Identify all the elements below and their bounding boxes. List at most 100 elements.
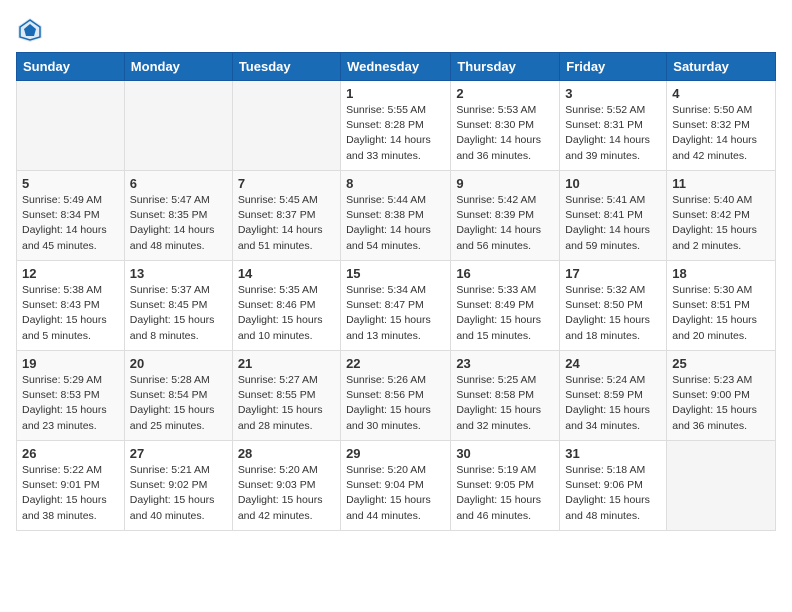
calendar-cell: 16 Sunrise: 5:33 AM Sunset: 8:49 PM Dayli… <box>451 261 560 351</box>
day-number: 15 <box>346 266 445 281</box>
day-info: Sunrise: 5:29 AM Sunset: 8:53 PM Dayligh… <box>22 373 119 434</box>
calendar-cell <box>667 441 776 531</box>
calendar-cell: 5 Sunrise: 5:49 AM Sunset: 8:34 PM Daylig… <box>17 171 125 261</box>
day-info: Sunrise: 5:45 AM Sunset: 8:37 PM Dayligh… <box>238 193 335 254</box>
day-number: 2 <box>456 86 554 101</box>
calendar-cell <box>232 81 340 171</box>
day-info: Sunrise: 5:26 AM Sunset: 8:56 PM Dayligh… <box>346 373 445 434</box>
day-info: Sunrise: 5:33 AM Sunset: 8:49 PM Dayligh… <box>456 283 554 344</box>
calendar-cell: 26Sunrise: 5:22 AM Sunset: 9:01 PM Dayli… <box>17 441 125 531</box>
calendar-cell: 3 Sunrise: 5:52 AM Sunset: 8:31 PM Daylig… <box>560 81 667 171</box>
day-info: Sunrise: 5:55 AM Sunset: 8:28 PM Dayligh… <box>346 103 445 164</box>
calendar-cell: 6 Sunrise: 5:47 AM Sunset: 8:35 PM Daylig… <box>124 171 232 261</box>
day-number: 13 <box>130 266 227 281</box>
day-number: 17 <box>565 266 661 281</box>
day-info: Sunrise: 5:49 AM Sunset: 8:34 PM Dayligh… <box>22 193 119 254</box>
day-number: 24 <box>565 356 661 371</box>
calendar-week-1: 1 Sunrise: 5:55 AM Sunset: 8:28 PM Daylig… <box>17 81 776 171</box>
weekday-header-thursday: Thursday <box>451 53 560 81</box>
calendar-cell: 27Sunrise: 5:21 AM Sunset: 9:02 PM Dayli… <box>124 441 232 531</box>
calendar-cell: 25 Sunrise: 5:23 AM Sunset: 9:00 PM Dayli… <box>667 351 776 441</box>
page-header <box>16 16 776 44</box>
day-number: 22 <box>346 356 445 371</box>
day-info: Sunrise: 5:50 AM Sunset: 8:32 PM Dayligh… <box>672 103 770 164</box>
calendar-week-4: 19 Sunrise: 5:29 AM Sunset: 8:53 PM Dayli… <box>17 351 776 441</box>
day-info: Sunrise: 5:47 AM Sunset: 8:35 PM Dayligh… <box>130 193 227 254</box>
day-info: Sunrise: 5:38 AM Sunset: 8:43 PM Dayligh… <box>22 283 119 344</box>
day-number: 30 <box>456 446 554 461</box>
day-info: Sunrise: 5:42 AM Sunset: 8:39 PM Dayligh… <box>456 193 554 254</box>
day-info: Sunrise: 5:20 AM Sunset: 9:03 PM Dayligh… <box>238 463 335 524</box>
day-info: Sunrise: 5:40 AM Sunset: 8:42 PM Dayligh… <box>672 193 770 254</box>
calendar-cell: 18 Sunrise: 5:30 AM Sunset: 8:51 PM Dayli… <box>667 261 776 351</box>
day-info: Sunrise: 5:20 AM Sunset: 9:04 PM Dayligh… <box>346 463 445 524</box>
day-number: 31 <box>565 446 661 461</box>
weekday-header-friday: Friday <box>560 53 667 81</box>
calendar-cell: 20 Sunrise: 5:28 AM Sunset: 8:54 PM Dayli… <box>124 351 232 441</box>
calendar-cell: 1 Sunrise: 5:55 AM Sunset: 8:28 PM Daylig… <box>341 81 451 171</box>
calendar-cell: 24 Sunrise: 5:24 AM Sunset: 8:59 PM Dayli… <box>560 351 667 441</box>
day-number: 5 <box>22 176 119 191</box>
day-info: Sunrise: 5:32 AM Sunset: 8:50 PM Dayligh… <box>565 283 661 344</box>
day-info: Sunrise: 5:53 AM Sunset: 8:30 PM Dayligh… <box>456 103 554 164</box>
calendar-cell: 22 Sunrise: 5:26 AM Sunset: 8:56 PM Dayli… <box>341 351 451 441</box>
day-number: 20 <box>130 356 227 371</box>
day-info: Sunrise: 5:37 AM Sunset: 8:45 PM Dayligh… <box>130 283 227 344</box>
calendar-cell: 10 Sunrise: 5:41 AM Sunset: 8:41 PM Dayli… <box>560 171 667 261</box>
day-info: Sunrise: 5:19 AM Sunset: 9:05 PM Dayligh… <box>456 463 554 524</box>
day-number: 7 <box>238 176 335 191</box>
day-info: Sunrise: 5:44 AM Sunset: 8:38 PM Dayligh… <box>346 193 445 254</box>
day-info: Sunrise: 5:28 AM Sunset: 8:54 PM Dayligh… <box>130 373 227 434</box>
calendar-cell: 4 Sunrise: 5:50 AM Sunset: 8:32 PM Daylig… <box>667 81 776 171</box>
calendar-cell <box>17 81 125 171</box>
calendar-cell: 11 Sunrise: 5:40 AM Sunset: 8:42 PM Dayli… <box>667 171 776 261</box>
calendar-cell: 21Sunrise: 5:27 AM Sunset: 8:55 PM Dayli… <box>232 351 340 441</box>
day-number: 6 <box>130 176 227 191</box>
day-info: Sunrise: 5:41 AM Sunset: 8:41 PM Dayligh… <box>565 193 661 254</box>
day-info: Sunrise: 5:25 AM Sunset: 8:58 PM Dayligh… <box>456 373 554 434</box>
calendar-week-5: 26Sunrise: 5:22 AM Sunset: 9:01 PM Dayli… <box>17 441 776 531</box>
logo-icon <box>16 16 44 44</box>
day-number: 18 <box>672 266 770 281</box>
day-info: Sunrise: 5:24 AM Sunset: 8:59 PM Dayligh… <box>565 373 661 434</box>
day-number: 8 <box>346 176 445 191</box>
calendar-cell: 29Sunrise: 5:20 AM Sunset: 9:04 PM Dayli… <box>341 441 451 531</box>
calendar-table: SundayMondayTuesdayWednesdayThursdayFrid… <box>16 52 776 531</box>
calendar-week-2: 5 Sunrise: 5:49 AM Sunset: 8:34 PM Daylig… <box>17 171 776 261</box>
calendar-cell: 15 Sunrise: 5:34 AM Sunset: 8:47 PM Dayli… <box>341 261 451 351</box>
weekday-header-wednesday: Wednesday <box>341 53 451 81</box>
day-number: 12 <box>22 266 119 281</box>
day-number: 4 <box>672 86 770 101</box>
calendar-cell: 12 Sunrise: 5:38 AM Sunset: 8:43 PM Dayli… <box>17 261 125 351</box>
calendar-cell: 7 Sunrise: 5:45 AM Sunset: 8:37 PM Daylig… <box>232 171 340 261</box>
day-info: Sunrise: 5:35 AM Sunset: 8:46 PM Dayligh… <box>238 283 335 344</box>
calendar-cell: 17 Sunrise: 5:32 AM Sunset: 8:50 PM Dayli… <box>560 261 667 351</box>
calendar-cell: 30 Sunrise: 5:19 AM Sunset: 9:05 PM Dayli… <box>451 441 560 531</box>
day-number: 23 <box>456 356 554 371</box>
day-number: 9 <box>456 176 554 191</box>
day-number: 3 <box>565 86 661 101</box>
day-number: 11 <box>672 176 770 191</box>
calendar-cell: 8 Sunrise: 5:44 AM Sunset: 8:38 PM Daylig… <box>341 171 451 261</box>
day-number: 10 <box>565 176 661 191</box>
weekday-header-sunday: Sunday <box>17 53 125 81</box>
day-number: 1 <box>346 86 445 101</box>
day-number: 25 <box>672 356 770 371</box>
day-number: 16 <box>456 266 554 281</box>
calendar-cell: 19 Sunrise: 5:29 AM Sunset: 8:53 PM Dayli… <box>17 351 125 441</box>
weekday-header-saturday: Saturday <box>667 53 776 81</box>
calendar-cell: 28 Sunrise: 5:20 AM Sunset: 9:03 PM Dayli… <box>232 441 340 531</box>
weekday-header-tuesday: Tuesday <box>232 53 340 81</box>
day-info: Sunrise: 5:52 AM Sunset: 8:31 PM Dayligh… <box>565 103 661 164</box>
day-info: Sunrise: 5:30 AM Sunset: 8:51 PM Dayligh… <box>672 283 770 344</box>
calendar-cell: 2 Sunrise: 5:53 AM Sunset: 8:30 PM Daylig… <box>451 81 560 171</box>
calendar-cell <box>124 81 232 171</box>
calendar-cell: 13 Sunrise: 5:37 AM Sunset: 8:45 PM Dayli… <box>124 261 232 351</box>
day-number: 19 <box>22 356 119 371</box>
calendar-week-3: 12 Sunrise: 5:38 AM Sunset: 8:43 PM Dayli… <box>17 261 776 351</box>
day-number: 28 <box>238 446 335 461</box>
day-info: Sunrise: 5:23 AM Sunset: 9:00 PM Dayligh… <box>672 373 770 434</box>
calendar-cell: 31Sunrise: 5:18 AM Sunset: 9:06 PM Dayli… <box>560 441 667 531</box>
day-number: 14 <box>238 266 335 281</box>
day-info: Sunrise: 5:34 AM Sunset: 8:47 PM Dayligh… <box>346 283 445 344</box>
